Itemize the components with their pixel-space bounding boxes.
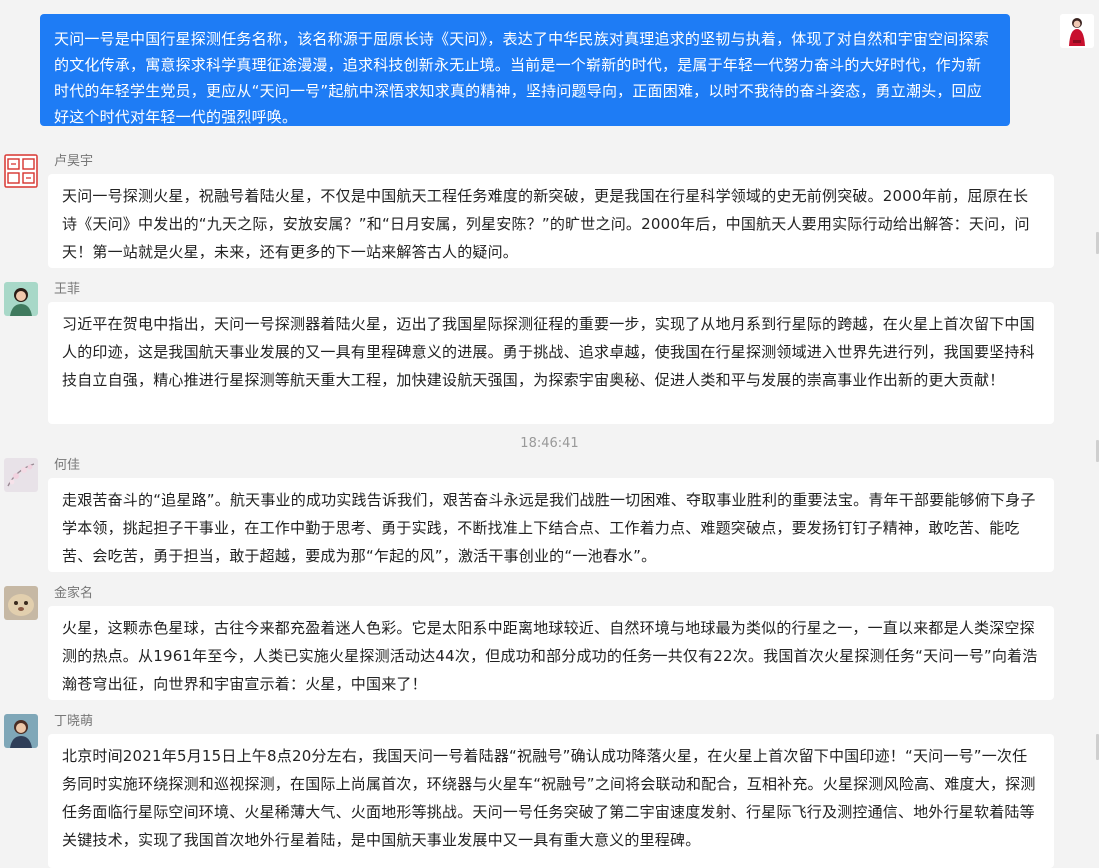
message-bubble[interactable]: 天问一号探测火星，祝融号着陆火星，不仅是中国航天工程任务难度的新突破，更是我国在… — [48, 174, 1054, 268]
chat-panel: 天问一号是中国行星探测任务名称，该名称源于屈原长诗《天问》，表达了中华民族对真理… — [0, 0, 1099, 868]
sender-avatar[interactable] — [4, 154, 38, 188]
self-avatar[interactable] — [1060, 14, 1094, 48]
message-timestamp: 18:46:41 — [520, 436, 579, 451]
sender-name: 丁晓萌 — [54, 714, 94, 729]
sent-message-bubble[interactable]: 天问一号是中国行星探测任务名称，该名称源于屈原长诗《天问》，表达了中华民族对真理… — [40, 14, 1010, 126]
sender-name: 金家名 — [54, 586, 94, 601]
sender-name: 王菲 — [54, 282, 81, 297]
sender-avatar[interactable] — [4, 458, 38, 492]
sender-name: 何佳 — [54, 458, 81, 473]
message-bubble[interactable]: 北京时间2021年5月15日上午8点20分左右，我国天问一号着陆器“祝融号”确认… — [48, 734, 1054, 868]
sender-name: 卢昊宇 — [54, 154, 94, 169]
message-bubble[interactable]: 习近平在贺电中指出，天问一号探测器着陆火星，迈出了我国星际探测征程的重要一步，实… — [48, 302, 1054, 424]
sender-avatar[interactable] — [4, 586, 38, 620]
sender-avatar[interactable] — [4, 714, 38, 748]
sender-avatar[interactable] — [4, 282, 38, 316]
message-bubble[interactable]: 走艰苦奋斗的“追星路”。航天事业的成功实践告诉我们，艰苦奋斗永远是我们战胜一切困… — [48, 478, 1054, 572]
message-bubble[interactable]: 火星，这颗赤色星球，古往今来都充盈着迷人色彩。它是太阳系中距离地球较近、自然环境… — [48, 606, 1054, 700]
